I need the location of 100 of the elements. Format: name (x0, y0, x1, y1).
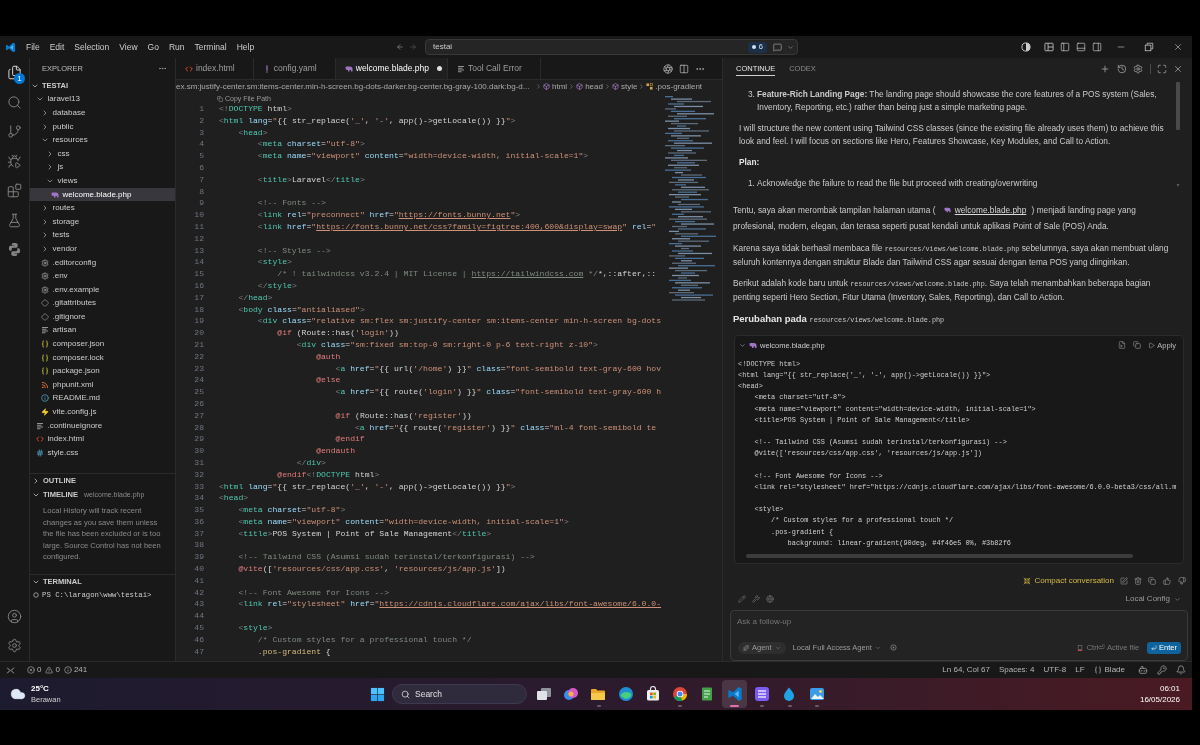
tree-item[interactable]: .continueignore (30, 418, 175, 433)
menu-item[interactable]: Run (168, 42, 185, 52)
tree-item[interactable]: tests (30, 228, 175, 243)
status-item[interactable]: LF (1075, 664, 1085, 676)
play-icon[interactable] (1148, 341, 1156, 349)
tree-item[interactable]: phpunit.xml (30, 378, 175, 392)
cloud-icon[interactable] (10, 686, 26, 702)
tree-item[interactable]: style.css (30, 446, 175, 460)
breadcrumb[interactable]: style (611, 80, 638, 93)
status-item[interactable]: Blade (1093, 664, 1125, 676)
menu-item[interactable]: View (119, 42, 138, 52)
tree-item[interactable]: package.json (30, 364, 175, 379)
enter-icon[interactable] (1151, 645, 1158, 651)
chat-icon[interactable] (773, 42, 782, 52)
back-icon[interactable] (396, 43, 404, 51)
status-item[interactable]: Spaces: 4 (998, 664, 1035, 676)
tree-item[interactable]: welcome.blade.php (30, 187, 175, 202)
panel-left-icon[interactable] (1060, 42, 1070, 52)
tree-item[interactable]: public (30, 119, 175, 134)
robot-icon[interactable] (1138, 665, 1148, 675)
tree-item[interactable]: composer.json (30, 337, 175, 351)
search-icon[interactable] (7, 94, 22, 110)
file-link[interactable]: welcome.blade.php (943, 202, 1027, 219)
circle-dot-icon[interactable] (889, 644, 897, 652)
compact-button[interactable]: Compact conversation (1023, 575, 1114, 588)
close-icon[interactable] (1173, 42, 1183, 52)
tree-item[interactable]: resources (30, 133, 175, 147)
four-squares-icon[interactable] (369, 686, 385, 702)
clock-time[interactable]: 06:01 (1159, 683, 1180, 694)
chevron-down-icon[interactable] (32, 578, 40, 586)
menu-item[interactable]: Edit (49, 42, 65, 52)
settings-icon[interactable] (1133, 63, 1143, 74)
shrink-icon[interactable] (1023, 577, 1032, 586)
breadcrumb[interactable]: ex.sm:justify-center.sm:items-center.min-h-screen.bg-dots-darker.bg-center.bg-gray-100.dark:bg-d... (176, 80, 534, 93)
sparkle-icon[interactable] (743, 645, 749, 651)
bell-icon[interactable] (1176, 665, 1186, 675)
key-icon[interactable] (1157, 665, 1167, 675)
tree-item[interactable]: .env (30, 269, 175, 283)
breadcrumb[interactable]: .pos-gradient (646, 80, 703, 93)
menu-item[interactable]: File (26, 42, 40, 52)
settings-icon[interactable] (7, 638, 22, 653)
chevron-down-icon[interactable] (32, 491, 40, 499)
copy-icon[interactable] (217, 95, 223, 102)
half-circle-icon[interactable] (1021, 42, 1031, 52)
minimap[interactable] (663, 94, 716, 304)
tree-item[interactable]: vite.config.js (30, 405, 175, 419)
blocks-icon[interactable] (7, 183, 22, 199)
tree-item[interactable]: .editorconfig (30, 255, 175, 270)
editor-tab[interactable]: welcome.blade.php (335, 58, 448, 79)
breadcrumb[interactable]: html (543, 80, 568, 93)
flask-icon[interactable] (7, 212, 22, 228)
tree-item[interactable]: README.md (30, 391, 175, 406)
plus-icon[interactable] (1100, 63, 1110, 74)
tree-item[interactable]: laravel13 (30, 92, 175, 107)
clock-date[interactable]: 16/05/2026 (1139, 694, 1180, 705)
aperture-icon[interactable] (663, 63, 673, 74)
copy-icon[interactable] (1133, 341, 1142, 350)
files-icon[interactable] (7, 65, 22, 81)
weather-temperature[interactable]: 25°C (31, 683, 61, 694)
account-icon[interactable] (7, 609, 22, 624)
maximize-icon[interactable] (1157, 63, 1167, 74)
close-icon[interactable] (1173, 63, 1183, 74)
insert-icon[interactable] (1118, 341, 1127, 350)
tree-item[interactable]: composer.lock (30, 350, 175, 365)
chevron-right-icon[interactable] (32, 477, 40, 485)
split-editor-icon[interactable] (679, 63, 689, 74)
chevrons-icon[interactable] (6, 665, 15, 675)
snake-logo-icon[interactable] (7, 242, 22, 258)
thumbs-up-icon[interactable] (1163, 577, 1171, 586)
layout-icon[interactable] (1044, 42, 1054, 52)
tree-item[interactable]: database (30, 106, 175, 120)
tree-item[interactable]: vendor (30, 242, 175, 256)
more-icon[interactable] (158, 64, 167, 73)
menu-item[interactable]: Terminal (194, 42, 227, 52)
menu-item[interactable]: Help (236, 42, 255, 52)
tree-item[interactable]: .gitattributes (30, 296, 175, 311)
edit-icon[interactable] (1120, 577, 1128, 586)
tree-item[interactable]: index.html (30, 432, 175, 447)
status-item[interactable]: Ln 64, Col 67 (942, 664, 990, 676)
panel-bottom-icon[interactable] (1076, 42, 1086, 52)
bug-play-icon[interactable] (7, 153, 22, 169)
tree-item[interactable]: storage (30, 214, 175, 229)
tree-item[interactable]: routes (30, 201, 175, 215)
menu-item[interactable]: Selection (74, 42, 110, 52)
panel-right-icon[interactable] (1092, 42, 1102, 52)
status-item[interactable]: UTF-8 (1043, 664, 1067, 676)
message-input[interactable]: Ask a follow-up (737, 616, 1181, 629)
taskbar-search[interactable]: Search (392, 684, 527, 704)
tree-item[interactable]: views (30, 174, 175, 188)
menu-item[interactable]: Go (147, 42, 159, 52)
tree-item[interactable]: .env.example (30, 282, 175, 297)
thumbs-down-icon[interactable] (1178, 577, 1186, 586)
tree-item[interactable]: .gitignore (30, 310, 175, 324)
copy-icon[interactable] (1148, 577, 1156, 586)
problems-button[interactable]: 0 0 241 (27, 664, 88, 676)
caret-icon[interactable] (787, 43, 794, 51)
tree-item[interactable]: js (30, 160, 175, 175)
config-dropdown[interactable]: Local Config (1125, 593, 1181, 606)
trash-icon[interactable] (1134, 577, 1142, 586)
scrollbar[interactable] (746, 554, 1133, 559)
